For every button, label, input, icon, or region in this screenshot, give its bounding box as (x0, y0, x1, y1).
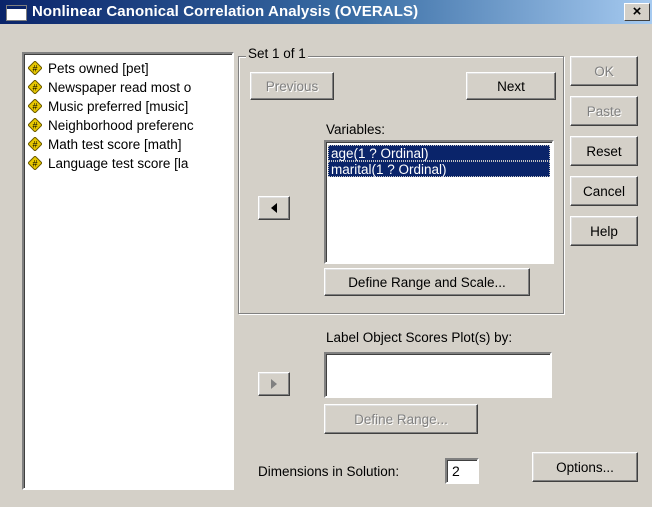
reset-button[interactable]: Reset (570, 136, 638, 166)
list-item[interactable]: marital(1 ? Ordinal) (328, 161, 550, 177)
help-button[interactable]: Help (570, 216, 638, 246)
variables-label: Variables: (326, 122, 386, 137)
list-item[interactable]: # Neighborhood preferenc (28, 115, 194, 135)
label-object-scores-label: Label Object Scores Plot(s) by: (326, 330, 513, 345)
list-item-label: Music preferred [music] (48, 98, 189, 114)
window-icon (6, 5, 27, 21)
list-item-label: Newspaper read most o (48, 79, 192, 95)
list-item[interactable]: age(1 ? Ordinal) (328, 145, 550, 161)
ok-button[interactable]: OK (570, 56, 638, 86)
define-range-and-scale-button[interactable]: Define Range and Scale... (324, 268, 530, 296)
label-object-scores-field[interactable] (324, 352, 552, 398)
list-item-label: Neighborhood preferenc (48, 117, 194, 133)
list-item-label: Math test score [math] (48, 136, 182, 152)
ordinal-variable-icon: # (28, 156, 42, 170)
dimensions-value: 2 (452, 463, 460, 479)
svg-text:#: # (32, 140, 37, 150)
define-range-button[interactable]: Define Range... (324, 404, 478, 434)
dimensions-label: Dimensions in Solution: (258, 464, 400, 479)
list-item-label: Language test score [la (48, 155, 189, 171)
close-button[interactable]: × (624, 3, 650, 21)
dimensions-input[interactable]: 2 (445, 458, 479, 484)
svg-text:#: # (32, 83, 37, 93)
previous-button[interactable]: Previous (250, 72, 334, 100)
set-group-label: Set 1 of 1 (246, 46, 308, 61)
move-variable-left-button[interactable] (258, 196, 290, 220)
arrow-left-icon (271, 203, 277, 213)
svg-text:#: # (32, 64, 37, 74)
cancel-button[interactable]: Cancel (570, 176, 638, 206)
ordinal-variable-icon: # (28, 99, 42, 113)
define-range-and-scale-label: Define Range and Scale... (348, 274, 506, 290)
move-label-variable-button[interactable] (258, 372, 290, 396)
list-item[interactable]: # Language test score [la (28, 153, 188, 173)
options-button[interactable]: Options... (532, 452, 638, 482)
variables-list[interactable]: age(1 ? Ordinal) marital(1 ? Ordinal) (324, 140, 554, 264)
list-item-label: Pets owned [pet] (48, 60, 149, 76)
ordinal-variable-icon: # (28, 118, 42, 132)
arrow-right-icon (271, 379, 277, 389)
source-variable-list[interactable]: # Pets owned [pet] # Newspaper read most… (22, 52, 234, 490)
svg-text:#: # (32, 102, 37, 112)
paste-button[interactable]: Paste (570, 96, 638, 126)
next-button[interactable]: Next (466, 72, 556, 100)
list-item[interactable]: # Pets owned [pet] (28, 58, 149, 78)
ordinal-variable-icon: # (28, 61, 42, 75)
list-item[interactable]: # Math test score [math] (28, 134, 182, 154)
list-item[interactable]: # Newspaper read most o (28, 77, 191, 97)
window-title: Nonlinear Canonical Correlation Analysis… (32, 3, 419, 20)
ordinal-variable-icon: # (28, 80, 42, 94)
ordinal-variable-icon: # (28, 137, 42, 151)
svg-text:#: # (32, 121, 37, 131)
list-item[interactable]: # Music preferred [music] (28, 96, 188, 116)
svg-text:#: # (32, 159, 37, 169)
